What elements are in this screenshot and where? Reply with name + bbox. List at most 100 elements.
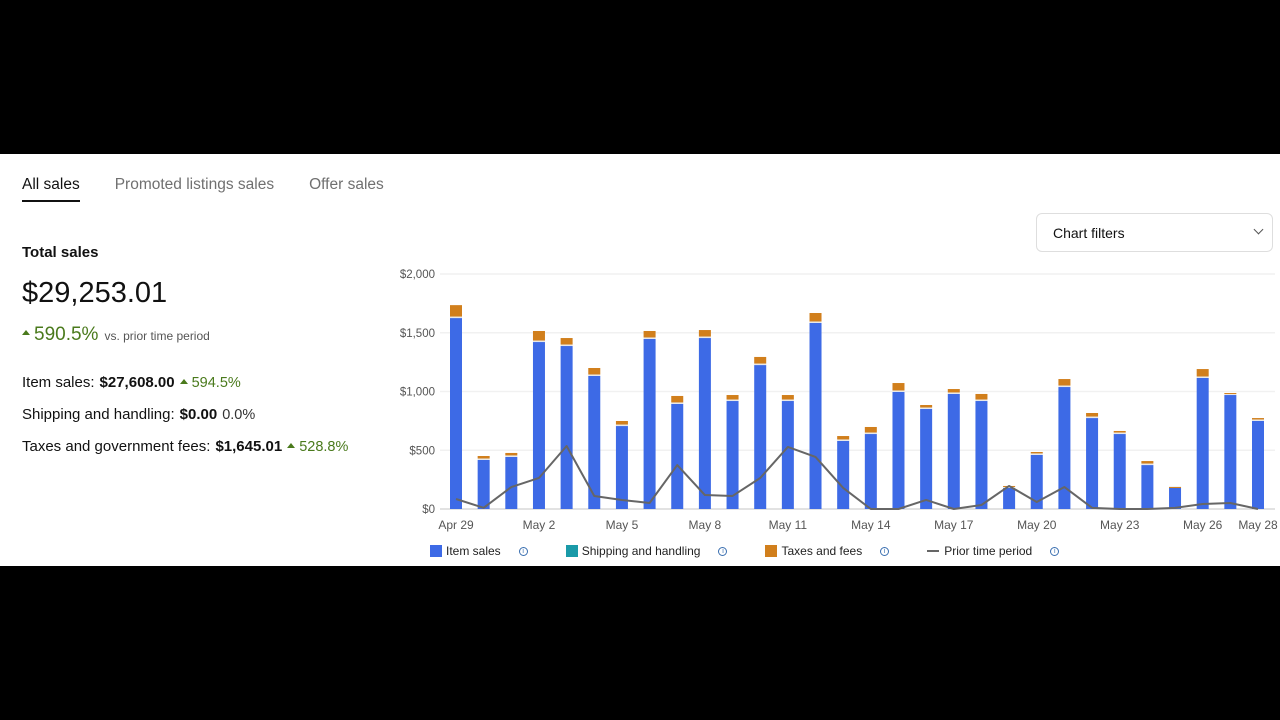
summary-title: Total sales bbox=[22, 244, 99, 261]
breakdown-value: $0.00 bbox=[179, 406, 218, 423]
tab-offer-sales[interactable]: Offer sales bbox=[309, 176, 384, 202]
bar-item-sales bbox=[532, 342, 545, 509]
trend-up-icon bbox=[287, 442, 296, 448]
bar-separator bbox=[1252, 419, 1264, 421]
bar-taxes bbox=[892, 383, 905, 391]
bar-separator bbox=[781, 399, 794, 402]
legend-shipping[interactable]: Shipping and handling i bbox=[565, 544, 766, 558]
info-icon[interactable]: i bbox=[518, 546, 528, 556]
x-tick-label: May 17 bbox=[934, 518, 974, 532]
breakdown-taxes: Taxes and government fees: $1,645.01 528… bbox=[22, 438, 392, 455]
bar-item-sales bbox=[864, 434, 877, 509]
sales-summary: Total sales $29,253.01 590.5% vs. prior … bbox=[22, 244, 392, 470]
bar-taxes bbox=[1086, 413, 1099, 417]
legend-item-sales[interactable]: Item sales i bbox=[430, 544, 566, 558]
bar-separator bbox=[1113, 432, 1126, 435]
breakdown-item-sales: Item sales: $27,608.00 594.5% bbox=[22, 374, 392, 391]
bar-separator bbox=[1141, 463, 1154, 466]
y-tick-label: $2,000 bbox=[400, 269, 435, 281]
bar-item-sales bbox=[837, 440, 850, 509]
bar-separator bbox=[615, 424, 628, 427]
bar-separator bbox=[532, 340, 545, 343]
legend-swatch-taxes bbox=[765, 545, 778, 557]
bar-taxes bbox=[947, 389, 960, 393]
bar-separator bbox=[477, 458, 490, 461]
bar-item-sales bbox=[450, 318, 462, 509]
bar-separator bbox=[505, 455, 518, 457]
sales-tabs: All sales Promoted listings sales Offer … bbox=[22, 176, 384, 202]
sales-breakdown: Item sales: $27,608.00 594.5% Shipping a… bbox=[22, 374, 392, 455]
bar-separator bbox=[560, 344, 573, 347]
trend-up-icon bbox=[179, 378, 188, 384]
bar-item-sales bbox=[1003, 487, 1016, 509]
bar-item-sales bbox=[947, 393, 960, 509]
legend-taxes[interactable]: Taxes and fees i bbox=[765, 544, 927, 558]
breakdown-change-text: 594.5% bbox=[191, 375, 241, 391]
info-icon[interactable]: i bbox=[880, 546, 890, 556]
bar-separator bbox=[671, 402, 684, 404]
x-tick-label: May 14 bbox=[851, 518, 891, 532]
bar-separator bbox=[450, 316, 462, 319]
bar-taxes bbox=[920, 405, 933, 408]
breakdown-shipping: Shipping and handling: $0.00 0.0% bbox=[22, 406, 392, 423]
bar-item-sales bbox=[560, 346, 573, 509]
legend-line-prior-period bbox=[927, 550, 940, 552]
legend-swatch-shipping bbox=[565, 545, 578, 557]
breakdown-label: Taxes and government fees: bbox=[22, 438, 211, 455]
chart-filters-dropdown[interactable]: Chart filters bbox=[1036, 213, 1273, 252]
bar-separator bbox=[809, 321, 822, 323]
bar-taxes bbox=[726, 395, 739, 400]
bar-separator bbox=[726, 399, 739, 402]
bar-item-sales bbox=[975, 401, 988, 509]
bar-taxes bbox=[754, 356, 767, 364]
legend-label: Prior time period bbox=[944, 544, 1033, 558]
sales-chart: $0 $500 $1,000 $1,500 $2,000 Apr 29 May 2 May 5… bbox=[400, 269, 1278, 532]
change-label: vs. prior time period bbox=[104, 329, 210, 343]
info-icon[interactable]: i bbox=[1050, 546, 1060, 556]
bar-separator bbox=[588, 374, 601, 376]
bar-taxes bbox=[1252, 418, 1264, 420]
bar-item-sales bbox=[1113, 434, 1126, 509]
bar-item-sales bbox=[1169, 487, 1182, 509]
bar-item-sales bbox=[920, 409, 933, 509]
line-prior-period bbox=[455, 445, 1259, 510]
total-change: 590.5% vs. prior time period bbox=[22, 324, 392, 346]
tab-all-sales[interactable]: All sales bbox=[22, 176, 80, 202]
bar-taxes bbox=[975, 393, 988, 400]
bar-taxes bbox=[809, 313, 822, 322]
bar-separator bbox=[1058, 385, 1071, 388]
info-icon[interactable]: i bbox=[718, 546, 728, 556]
breakdown-label: Shipping and handling: bbox=[22, 406, 175, 423]
bar-item-sales bbox=[892, 391, 905, 509]
legend-prior-period[interactable]: Prior time period i bbox=[927, 544, 1097, 558]
bar-separator bbox=[1086, 416, 1099, 419]
bar-item-sales bbox=[754, 365, 767, 509]
chart-legend: Item sales i Shipping and handling i Tax… bbox=[430, 544, 1097, 558]
bar-taxes bbox=[1113, 430, 1126, 433]
bar-item-sales bbox=[698, 338, 711, 509]
sales-panel: All sales Promoted listings sales Offer … bbox=[0, 154, 1280, 566]
x-tick-label: May 20 bbox=[1017, 518, 1057, 532]
breakdown-change-text: 528.8% bbox=[299, 439, 349, 455]
bar-separator bbox=[975, 399, 988, 402]
tab-promoted-listings-sales[interactable]: Promoted listings sales bbox=[115, 176, 274, 202]
bar-item-sales bbox=[505, 456, 518, 509]
total-change-pct-text: 590.5% bbox=[34, 324, 99, 345]
bar-taxes bbox=[837, 436, 850, 440]
bar-taxes bbox=[643, 330, 656, 338]
total-sales-value: $29,253.01 bbox=[22, 277, 168, 309]
x-tick-label: May 26 bbox=[1183, 518, 1223, 532]
breakdown-change-text: 0.0% bbox=[222, 407, 256, 423]
y-tick-label: $500 bbox=[409, 445, 435, 457]
x-tick-label: May 2 bbox=[523, 518, 556, 532]
legend-swatch-item-sales bbox=[430, 545, 442, 557]
x-tick-label: Apr 29 bbox=[438, 518, 474, 532]
y-tick-label: $1,500 bbox=[400, 328, 435, 340]
bar-item-sales bbox=[477, 460, 490, 509]
chevron-down-icon bbox=[1253, 224, 1264, 235]
bar-taxes bbox=[560, 338, 573, 345]
bar-separator bbox=[1196, 376, 1209, 378]
bar-taxes bbox=[1196, 369, 1209, 377]
legend-label: Taxes and fees bbox=[781, 544, 863, 558]
bar-item-sales bbox=[643, 338, 656, 509]
